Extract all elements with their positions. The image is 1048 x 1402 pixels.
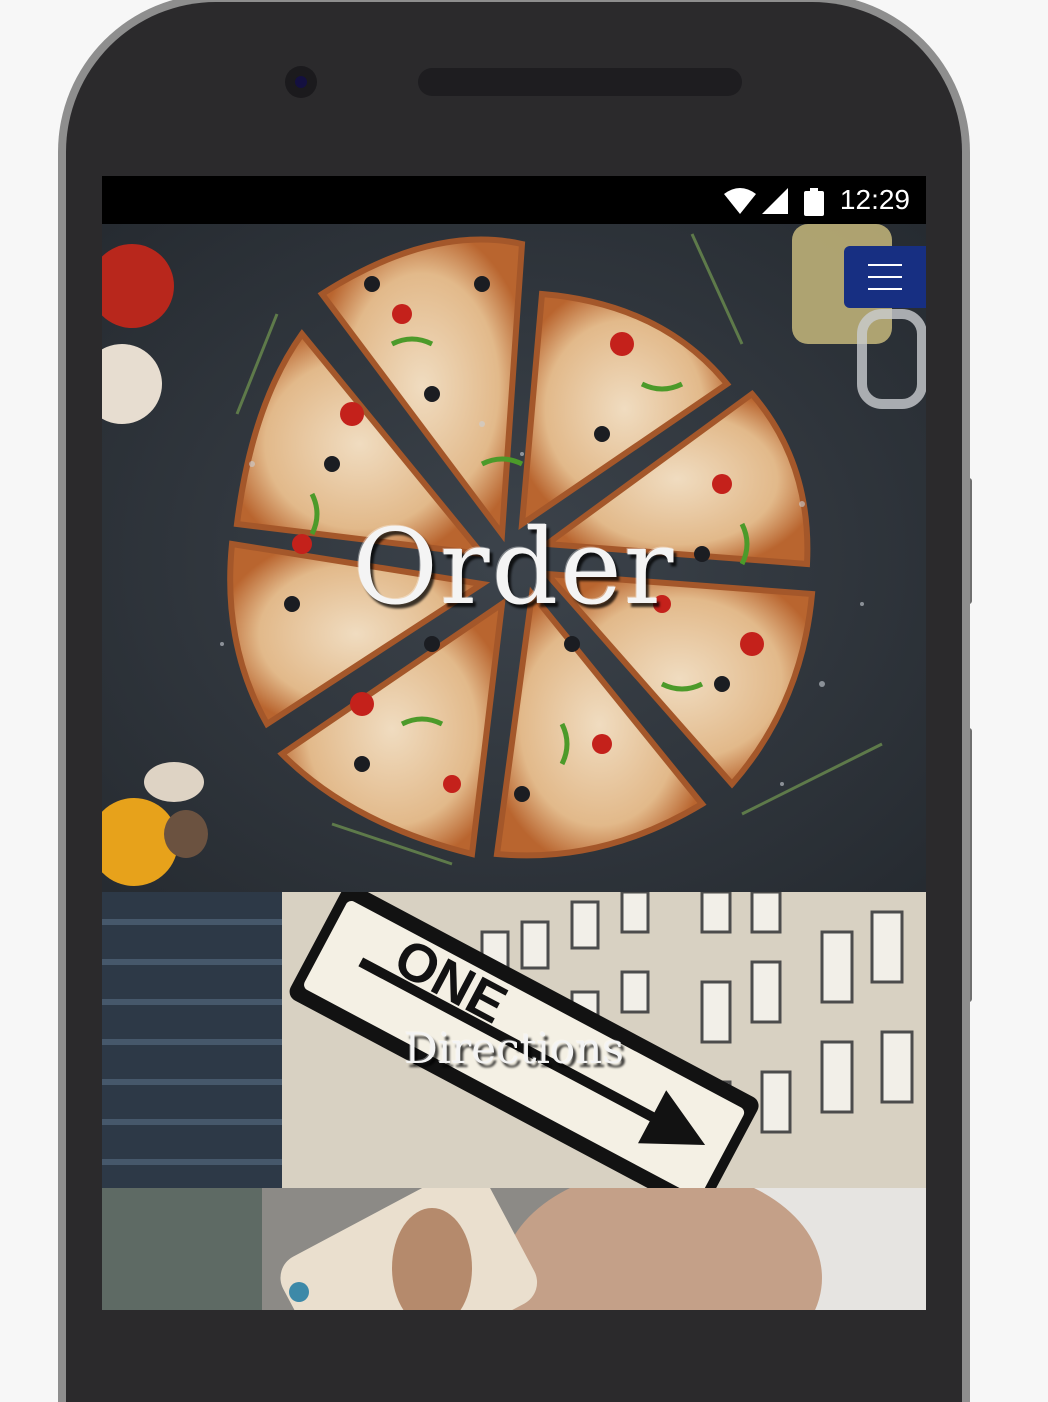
- hamburger-menu-icon-line-2: [868, 276, 902, 278]
- cell-signal-icon: [762, 188, 788, 214]
- directions-tile[interactable]: ONE DEPT OF TRANSPORTATION Directions: [102, 892, 926, 1188]
- order-tile[interactable]: Order: [102, 224, 926, 892]
- contact-tile[interactable]: [102, 1188, 926, 1310]
- battery-icon: [804, 188, 824, 216]
- hamburger-menu-button[interactable]: [844, 246, 926, 308]
- earpiece-speaker: [418, 68, 742, 96]
- phone-call-photo: [102, 1188, 926, 1310]
- status-icons: [722, 186, 828, 216]
- hamburger-menu-icon: [868, 264, 902, 266]
- front-camera: [285, 66, 317, 98]
- hamburger-menu-icon-line-3: [868, 288, 902, 290]
- power-button: [962, 478, 972, 604]
- directions-title[interactable]: Directions: [102, 1024, 926, 1073]
- volume-button: [962, 728, 972, 1002]
- phone-screen: 12:29 Order ONE DEPT OF TRANSPORTATION D…: [102, 176, 926, 1310]
- status-bar: 12:29: [102, 176, 926, 224]
- status-time: 12:29: [839, 184, 910, 215]
- wifi-icon: [724, 188, 756, 214]
- order-title[interactable]: Order: [102, 506, 926, 628]
